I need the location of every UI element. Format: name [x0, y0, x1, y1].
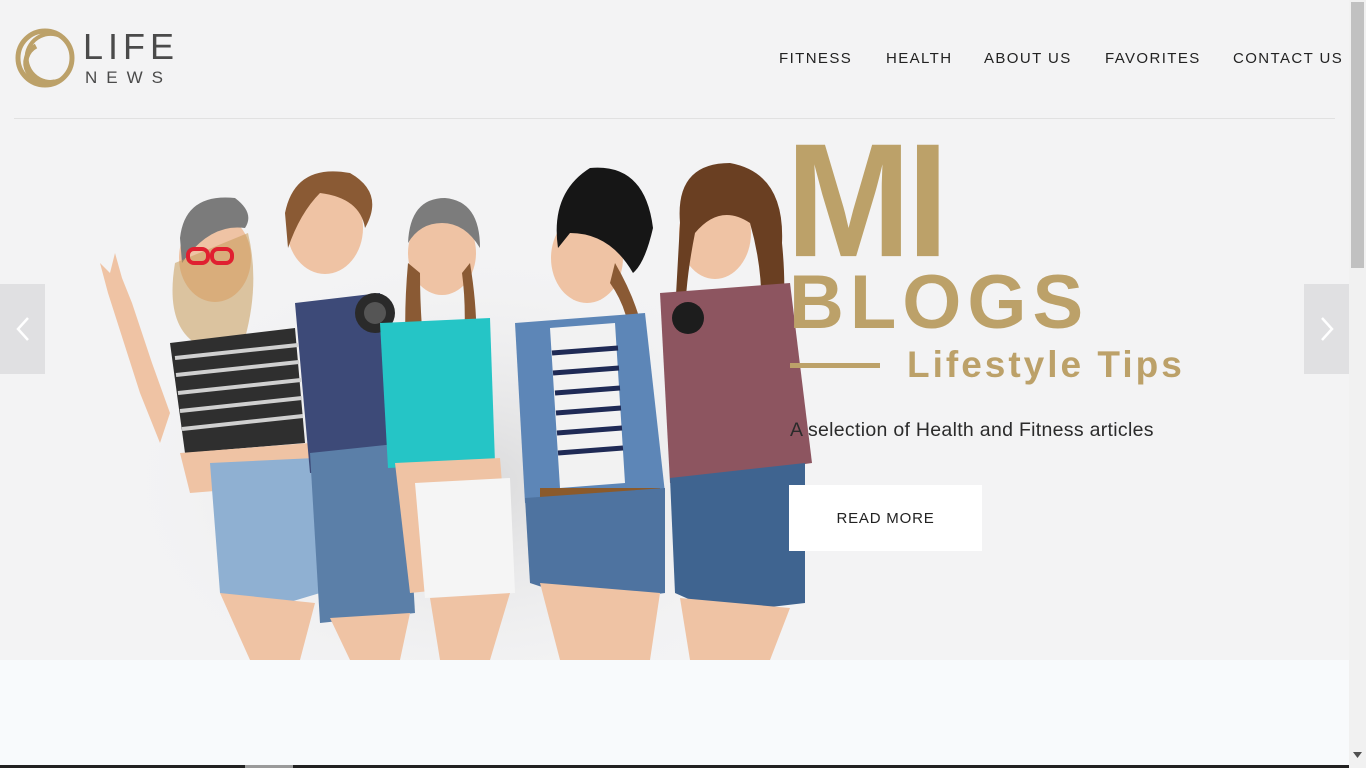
- nav-item-favorites[interactable]: FAVORITES: [1105, 50, 1201, 68]
- hero-accent-divider: [790, 363, 880, 368]
- logo-text-news: NEWS: [85, 68, 172, 87]
- content-section: [0, 660, 1349, 768]
- scroll-down-arrow[interactable]: [1352, 748, 1363, 762]
- nav-item-contact-us[interactable]: CONTACT US: [1233, 50, 1343, 68]
- nav-item-about-us[interactable]: ABOUT US: [984, 50, 1072, 68]
- hero-description: A selection of Health and Fitness articl…: [790, 419, 1154, 441]
- nav-item-fitness[interactable]: FITNESS: [779, 50, 852, 68]
- hero-slider: MI BLOGS Lifestyle Tips A selection of H…: [0, 119, 1349, 660]
- vertical-scrollbar[interactable]: [1349, 0, 1366, 768]
- chevron-left-icon: [15, 317, 29, 341]
- nav-item-health[interactable]: HEALTH: [886, 50, 952, 68]
- hero-title-blogs: BLOGS: [789, 260, 1090, 345]
- hero-subtitle: Lifestyle Tips: [907, 344, 1185, 385]
- caret-down-icon: [1353, 752, 1362, 758]
- slider-next-button[interactable]: [1304, 284, 1349, 374]
- group-of-five-friends-photo: [100, 163, 830, 660]
- page: LIFE NEWS FITNESS HEALTH ABOUT US FAVORI…: [0, 0, 1349, 768]
- read-more-button[interactable]: READ MORE: [789, 485, 982, 551]
- main-nav: FITNESS HEALTH ABOUT US FAVORITES CONTAC…: [0, 50, 1349, 70]
- hero-title-mi: MI: [786, 119, 949, 291]
- slider-prev-button[interactable]: [0, 284, 45, 374]
- scrollbar-thumb[interactable]: [1351, 2, 1364, 268]
- chevron-right-icon: [1320, 317, 1334, 341]
